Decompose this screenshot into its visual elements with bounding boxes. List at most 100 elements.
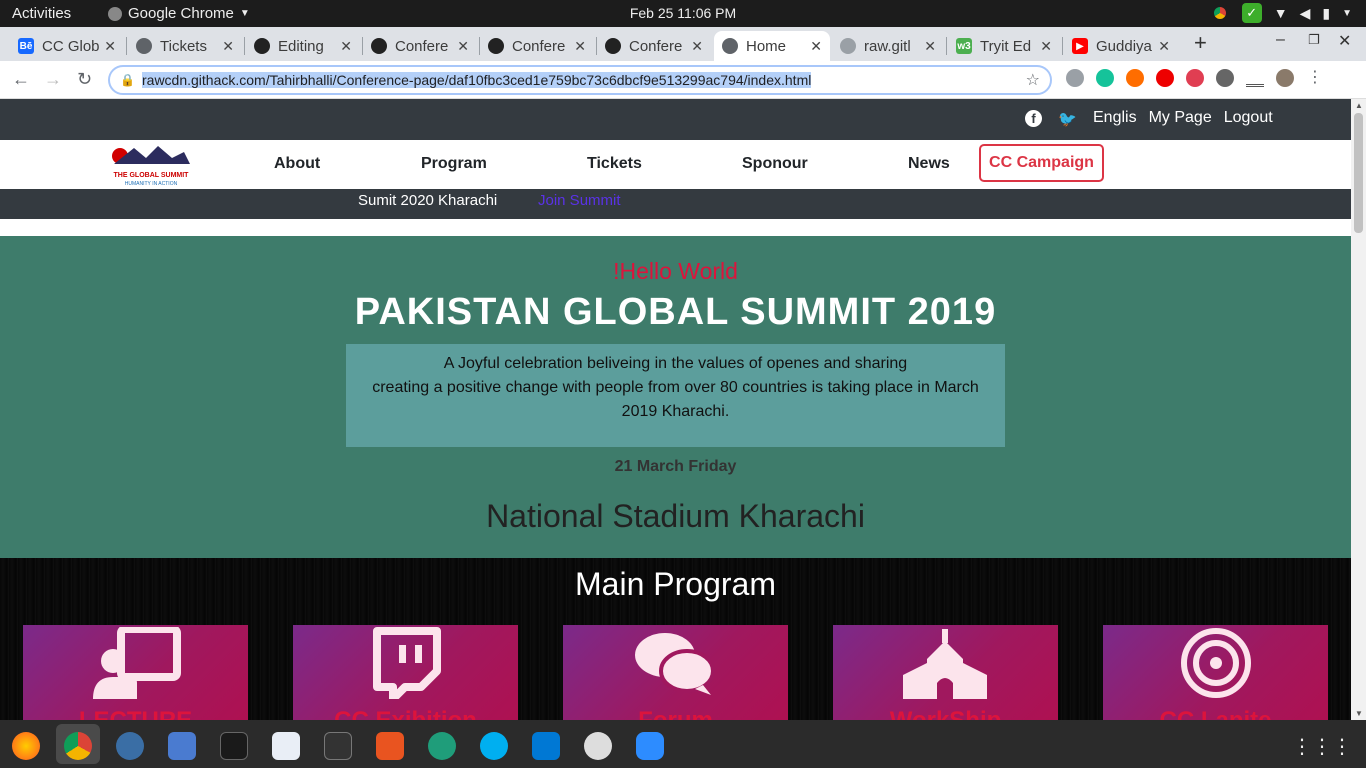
close-icon[interactable]: ✕ (1158, 38, 1170, 55)
tab-title: Tryit Ed (980, 37, 1032, 55)
close-icon[interactable]: ✕ (1040, 38, 1052, 55)
terminal-icon[interactable] (220, 732, 248, 760)
text-editor-icon[interactable] (272, 732, 300, 760)
hero-headline: PAKISTAN GLOBAL SUMMIT 2019 (354, 291, 997, 333)
close-icon[interactable]: ✕ (222, 38, 234, 55)
adblock-icon[interactable] (1156, 69, 1174, 87)
mail-icon[interactable] (116, 732, 144, 760)
url-text[interactable]: rawcdn.githack.com/Tahirbhalli/Conferenc… (142, 72, 812, 88)
wifi-icon[interactable]: ▼ (1274, 5, 1288, 21)
firefox-icon[interactable] (12, 732, 40, 760)
show-apps-grid-icon[interactable]: ⋮⋮⋮ (1292, 734, 1352, 759)
chrome-tray-icon[interactable] (1209, 3, 1230, 23)
extension-c-icon[interactable] (1216, 69, 1234, 87)
chevron-down-icon[interactable]: ▼ (1342, 8, 1352, 19)
twitter-icon[interactable]: 🐦 (1058, 110, 1077, 128)
reload-icon[interactable]: ↻ (77, 69, 92, 90)
logo-subtitle: HUMANITY IN ACTION (124, 181, 178, 187)
tab-home[interactable]: Home ✕ (714, 31, 830, 61)
program-card-forum[interactable]: Forum (563, 625, 788, 720)
logout-link[interactable]: Logout (1224, 109, 1273, 127)
my-page-link[interactable]: My Page (1149, 109, 1212, 127)
battery-icon[interactable]: ▮ (1322, 5, 1330, 22)
close-icon[interactable]: ✕ (340, 38, 352, 55)
grammarly-icon[interactable] (1096, 69, 1114, 87)
address-bar[interactable]: 🔒 rawcdn.githack.com/Tahirbhalli/Confere… (108, 65, 1052, 95)
language-link[interactable]: Englis (1093, 109, 1137, 127)
scroll-down-arrow-icon[interactable]: ▼ (1355, 709, 1363, 718)
bookmark-star-icon[interactable]: ☆ (1026, 70, 1040, 90)
chrome-icon[interactable] (64, 732, 92, 760)
app-menu[interactable]: Google Chrome ▼ (108, 5, 250, 22)
tab-conference-2[interactable]: Confere ✕ (480, 31, 594, 61)
card-label: LECTURE (23, 707, 248, 720)
hero-description-box: A Joyful celebration beliveing in the va… (346, 344, 1005, 447)
tab-conference-1[interactable]: Confere ✕ (363, 31, 477, 61)
tab-editing[interactable]: Editing ✕ (246, 31, 360, 61)
program-card-lecture[interactable]: LECTURE (23, 625, 248, 720)
cc-campaign-button[interactable]: CC Campaign (979, 144, 1104, 182)
profile-avatar[interactable] (1276, 69, 1294, 87)
system-monitor-icon[interactable] (324, 732, 352, 760)
back-arrow-icon[interactable]: ← (12, 69, 30, 90)
globe-icon (136, 38, 152, 54)
tab-guddiya[interactable]: ▶ Guddiya ✕ (1064, 31, 1178, 61)
tab-raw-git[interactable]: raw.gitl ✕ (832, 31, 944, 61)
close-icon[interactable]: ✕ (691, 38, 703, 55)
tab-cc-glob[interactable]: Bē CC Glob ✕ (10, 31, 124, 61)
program-card-exhibition[interactable]: CC Exibition (293, 625, 518, 720)
web-extension-icon[interactable] (1066, 69, 1084, 87)
tab-tickets[interactable]: Tickets ✕ (128, 31, 242, 61)
program-card-workshop[interactable]: WorkShip (833, 625, 1058, 720)
scroll-up-arrow-icon[interactable]: ▲ (1355, 101, 1363, 110)
presentation-icon (93, 627, 181, 699)
forward-arrow-icon[interactable]: → (44, 69, 62, 90)
page-scrollbar[interactable]: ▲ ▼ (1351, 99, 1366, 720)
zoom-icon[interactable] (636, 732, 664, 760)
skype-icon[interactable] (480, 732, 508, 760)
nav-news[interactable]: News (908, 155, 950, 173)
volume-icon[interactable]: ◀ (1300, 5, 1311, 22)
files-icon[interactable] (168, 732, 196, 760)
system-tray[interactable]: ✓ ▼ ◀ ▮ ▼ (1209, 3, 1352, 23)
tab-title: CC Glob (42, 37, 100, 55)
app-icon[interactable] (584, 732, 612, 760)
nav-about[interactable]: About (274, 155, 320, 173)
site-logo[interactable]: THE GLOBAL SUMMIT HUMANITY IN ACTION (106, 144, 196, 188)
scrollbar-thumb[interactable] (1354, 113, 1363, 233)
nav-program[interactable]: Program (421, 155, 487, 173)
media-queue-icon[interactable] (1246, 69, 1264, 87)
check-tray-icon[interactable]: ✓ (1241, 3, 1262, 23)
software-center-icon[interactable] (376, 732, 404, 760)
close-icon[interactable]: ✕ (810, 38, 822, 55)
card-label: Forum (563, 707, 788, 720)
new-tab-plus-icon[interactable]: + (1194, 30, 1207, 56)
join-summit-link[interactable]: Join Summit (538, 192, 621, 209)
close-icon[interactable]: ✕ (104, 38, 116, 55)
lastpass-icon[interactable] (1186, 69, 1204, 87)
lock-icon[interactable]: 🔒 (120, 73, 136, 87)
window-close-icon[interactable]: ✕ (1338, 31, 1351, 51)
summit-2020-link[interactable]: Sumit 2020 Kharachi (358, 192, 497, 209)
tab-conference-3[interactable]: Confere ✕ (597, 31, 711, 61)
maximize-icon[interactable]: ❐ (1308, 32, 1320, 48)
activities-button[interactable]: Activities (12, 5, 71, 22)
site-top-header: f 🐦 Englis My Page Logout (0, 99, 1351, 140)
behance-icon: Bē (18, 38, 34, 54)
minimize-icon[interactable]: – (1276, 31, 1285, 49)
tab-tryit[interactable]: w3 Tryit Ed ✕ (948, 31, 1060, 61)
atom-icon[interactable] (428, 732, 456, 760)
nav-sponsor[interactable]: Sponour (742, 155, 808, 173)
close-icon[interactable]: ✕ (924, 38, 936, 55)
close-icon[interactable]: ✕ (574, 38, 586, 55)
app-name: Google Chrome (128, 5, 234, 22)
logo-title: THE GLOBAL SUMMIT (113, 172, 189, 179)
more-menu-icon[interactable]: ⋮ (1306, 69, 1324, 87)
close-icon[interactable]: ✕ (457, 38, 469, 55)
facebook-icon[interactable]: f (1025, 110, 1042, 127)
nav-tickets[interactable]: Tickets (587, 155, 642, 173)
extension-orange-icon[interactable] (1126, 69, 1144, 87)
vscode-icon[interactable] (532, 732, 560, 760)
program-card-cc-lanite[interactable]: CC Lanite (1103, 625, 1328, 720)
os-top-bar: Activities Google Chrome ▼ Feb 25 11:06 … (0, 0, 1366, 27)
